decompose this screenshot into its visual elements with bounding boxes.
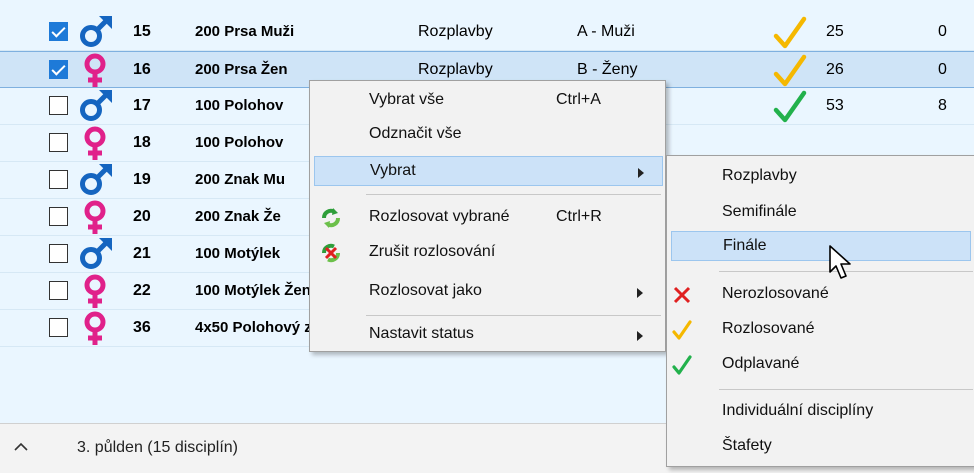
menu-item-draw-as[interactable]: Rozlosovat jako <box>310 277 665 307</box>
menu-item-label: Nastavit status <box>369 325 474 342</box>
female-icon <box>75 273 115 310</box>
submenu-item-swum[interactable]: Odplavané <box>667 350 974 380</box>
green-check-icon <box>672 355 692 375</box>
male-icon <box>75 162 115 199</box>
row-checkbox[interactable] <box>49 207 68 226</box>
male-icon <box>75 236 115 273</box>
row-checkbox[interactable] <box>49 96 68 115</box>
draw-icon <box>322 208 340 228</box>
discipline-name: 100 Polohov <box>195 97 284 114</box>
menu-item-label: Zrušit rozlosování <box>369 243 496 260</box>
row-checkbox[interactable] <box>49 60 68 79</box>
submenu-item-final[interactable]: Finále <box>671 231 971 261</box>
discipline-number: 15 <box>133 23 151 40</box>
submenu-item-individual[interactable]: Individuální disciplíny <box>667 397 974 427</box>
male-icon <box>75 14 115 51</box>
heats-count: 8 <box>938 97 947 114</box>
red-cross-icon <box>673 286 691 304</box>
round-type: Rozplavby <box>418 61 493 78</box>
female-icon <box>75 52 115 89</box>
menu-item-select[interactable]: Vybrat <box>314 156 663 186</box>
yellow-check-icon <box>770 16 810 50</box>
discipline-name: 200 Prsa Žen <box>195 61 288 78</box>
submenu-arrow-icon <box>638 168 644 178</box>
row-checkbox[interactable] <box>49 281 68 300</box>
round-type: Rozplavby <box>418 23 493 40</box>
discipline-name: 200 Znak Mu <box>195 171 286 188</box>
menu-item-cancel-draw[interactable]: Zrušit rozlosování <box>310 238 665 268</box>
discipline-number: 20 <box>133 208 151 225</box>
menu-item-label: Rozlosovat jako <box>369 282 482 299</box>
chevron-up-icon[interactable] <box>12 438 30 456</box>
menu-item-label: Rozplavby <box>722 167 797 184</box>
discipline-number: 18 <box>133 134 151 151</box>
menu-item-label: Individuální disciplíny <box>722 402 874 419</box>
menu-item-label: Odplavané <box>722 355 800 372</box>
female-icon <box>75 199 115 236</box>
submenu-arrow-icon <box>637 331 643 341</box>
entries-count: 26 <box>826 61 844 78</box>
table-row[interactable]: 15 200 Prsa Muži Rozplavby A - Muži 25 0 <box>0 14 974 51</box>
row-checkbox[interactable] <box>49 133 68 152</box>
group-label: 3. půlden (15 disciplín) <box>77 439 238 456</box>
menu-separator <box>366 194 661 195</box>
shortcut-label: Ctrl+R <box>556 208 602 225</box>
context-menu: Vybrat vše Ctrl+A Odznačit vše Vybrat Ro… <box>309 80 666 352</box>
discipline-number: 22 <box>133 282 151 299</box>
discipline-name: 100 Polohov <box>195 134 284 151</box>
female-icon <box>75 125 115 162</box>
discipline-name: 200 Znak Že <box>195 208 281 225</box>
row-checkbox[interactable] <box>49 170 68 189</box>
cancel-draw-icon <box>322 243 340 263</box>
heats-count: 0 <box>938 23 947 40</box>
discipline-number: 17 <box>133 97 151 114</box>
menu-item-label: Rozlosovat vybrané <box>369 208 510 225</box>
row-checkbox[interactable] <box>49 22 68 41</box>
yellow-check-icon <box>770 54 810 88</box>
menu-separator <box>366 315 661 316</box>
submenu-item-semifinal[interactable]: Semifinále <box>667 198 974 228</box>
menu-item-label: Rozlosované <box>722 320 815 337</box>
menu-item-draw-selected[interactable]: Rozlosovat vybrané Ctrl+R <box>310 203 665 233</box>
menu-item-label: Odznačit vše <box>369 125 462 142</box>
select-submenu: Rozplavby Semifinále Finále Nerozlosovan… <box>666 155 974 467</box>
submenu-arrow-icon <box>637 288 643 298</box>
submenu-item-relays[interactable]: Štafety <box>667 432 974 462</box>
category: B - Ženy <box>577 61 638 78</box>
menu-item-label: Semifinále <box>722 203 797 220</box>
menu-item-label: Vybrat <box>370 162 416 179</box>
menu-item-label: Finále <box>723 237 767 254</box>
discipline-number: 36 <box>133 319 151 336</box>
female-icon <box>75 310 115 347</box>
menu-item-label: Štafety <box>722 437 772 454</box>
entries-count: 25 <box>826 23 844 40</box>
green-check-icon <box>770 90 810 124</box>
submenu-item-drawn[interactable]: Rozlosované <box>667 315 974 345</box>
yellow-check-icon <box>672 320 692 340</box>
menu-item-deselect-all[interactable]: Odznačit vše <box>310 120 665 150</box>
entries-count: 53 <box>826 97 844 114</box>
menu-item-label: Vybrat vše <box>369 91 444 108</box>
heats-count: 0 <box>938 61 947 78</box>
category: A - Muži <box>577 23 635 40</box>
menu-item-set-status[interactable]: Nastavit status <box>310 320 665 350</box>
row-checkbox[interactable] <box>49 244 68 263</box>
discipline-number: 19 <box>133 171 151 188</box>
mouse-cursor-icon <box>829 245 851 279</box>
discipline-name: 100 Motýlek <box>195 245 281 262</box>
menu-item-select-all[interactable]: Vybrat vše Ctrl+A <box>310 86 665 116</box>
discipline-number: 16 <box>133 61 151 78</box>
discipline-number: 21 <box>133 245 151 262</box>
discipline-name: 100 Motýlek Ženy <box>195 282 320 299</box>
submenu-item-undrawn[interactable]: Nerozlosované <box>667 280 974 310</box>
row-checkbox[interactable] <box>49 318 68 337</box>
menu-item-label: Nerozlosované <box>722 285 829 302</box>
submenu-item-heats[interactable]: Rozplavby <box>667 162 974 192</box>
male-icon <box>75 88 115 125</box>
shortcut-label: Ctrl+A <box>556 91 601 108</box>
menu-separator <box>719 389 973 390</box>
discipline-name: 200 Prsa Muži <box>195 23 295 40</box>
